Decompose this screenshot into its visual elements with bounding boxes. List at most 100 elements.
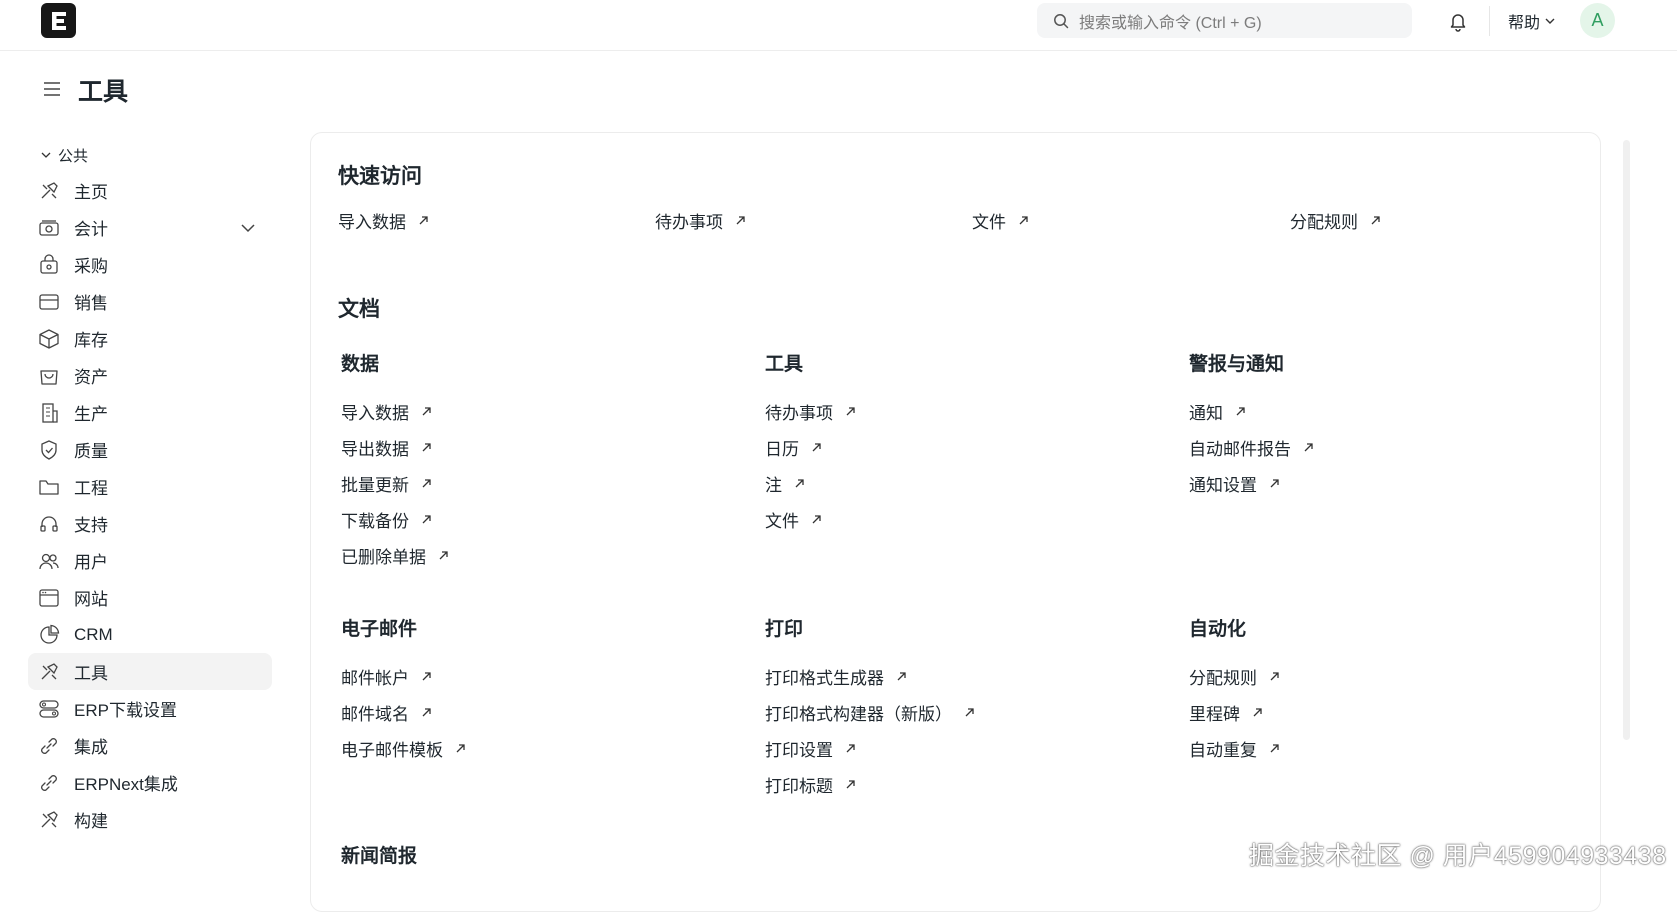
website-icon bbox=[38, 587, 60, 609]
group-title: 自动化 bbox=[1189, 619, 1247, 640]
link-print-heading[interactable]: 打印标题 bbox=[765, 766, 975, 802]
page-scrollbar[interactable] bbox=[1623, 140, 1630, 740]
arrow-up-right-icon bbox=[1236, 406, 1245, 415]
sidebar-item-erpnext-integrations[interactable]: ERPNext集成 bbox=[28, 764, 272, 801]
app-logo[interactable] bbox=[41, 3, 76, 38]
sidebar-item-home[interactable]: 主页 bbox=[28, 172, 272, 209]
sidebar-item-label: 用户 bbox=[74, 553, 108, 572]
sidebar-item-label: 质量 bbox=[74, 442, 108, 461]
arrow-up-right-icon bbox=[1371, 216, 1380, 225]
link-label: 自动重复 bbox=[1189, 740, 1257, 760]
link-print-settings[interactable]: 打印设置 bbox=[765, 730, 975, 766]
assets-icon bbox=[38, 365, 60, 387]
link-label: 打印标题 bbox=[765, 776, 833, 796]
link-todo[interactable]: 待办事项 bbox=[765, 393, 856, 429]
sidebar-item-tools[interactable]: 工具 bbox=[28, 653, 272, 690]
notification-bell-icon[interactable] bbox=[1447, 10, 1469, 32]
link-deleted-documents[interactable]: 已删除单据 bbox=[341, 537, 449, 573]
card-group-alerts: 警报与通知 通知 自动邮件报告 通知设置 bbox=[1189, 349, 1314, 501]
sidebar-item-support[interactable]: 支持 bbox=[28, 505, 272, 542]
sidebar-item-label: 工程 bbox=[74, 479, 108, 498]
link-export-data[interactable]: 导出数据 bbox=[341, 429, 449, 465]
sidebar-item-label: 采购 bbox=[74, 257, 108, 276]
sidebar-item-integrations[interactable]: 集成 bbox=[28, 727, 272, 764]
group-title: 新闻简报 bbox=[341, 846, 418, 867]
link-notification-settings[interactable]: 通知设置 bbox=[1189, 465, 1314, 501]
arrow-up-right-icon bbox=[812, 442, 821, 451]
card-group-data: 数据 导入数据 导出数据 批量更新 下载备份 已删除单据 bbox=[341, 349, 449, 573]
sidebar-item-label: 主页 bbox=[74, 183, 108, 202]
sidebar-item-label: 资产 bbox=[74, 368, 108, 387]
link-label: 注 bbox=[765, 475, 782, 495]
sidebar-item-build[interactable]: 构建 bbox=[28, 801, 272, 838]
link-print-format-builder-beta[interactable]: 打印格式构建器（新版） bbox=[765, 694, 975, 730]
link-auto-repeat[interactable]: 自动重复 bbox=[1189, 730, 1280, 766]
help-label: 帮助 bbox=[1508, 15, 1541, 32]
arrow-up-right-icon bbox=[812, 514, 821, 523]
link-calendar[interactable]: 日历 bbox=[765, 429, 856, 465]
sidebar-item-buying[interactable]: 采购 bbox=[28, 246, 272, 283]
sidebar-item-crm[interactable]: CRM bbox=[28, 616, 272, 653]
quick-link-label: 导入数据 bbox=[338, 213, 406, 232]
link-label: 批量更新 bbox=[341, 475, 409, 495]
link-note[interactable]: 注 bbox=[765, 465, 856, 501]
users-icon bbox=[38, 550, 60, 572]
link-label: 打印设置 bbox=[765, 740, 833, 760]
group-title: 工具 bbox=[765, 354, 804, 375]
card-group-printing: 打印 打印格式生成器 打印格式构建器（新版） 打印设置 打印标题 bbox=[765, 614, 975, 802]
sidebar-item-accounting[interactable]: 会计 bbox=[28, 209, 272, 246]
link-label: 邮件域名 bbox=[341, 704, 409, 724]
arrow-up-right-icon bbox=[456, 743, 465, 752]
sidebar-item-quality[interactable]: 质量 bbox=[28, 431, 272, 468]
sidebar-item-website[interactable]: 网站 bbox=[28, 579, 272, 616]
link-download-backup[interactable]: 下载备份 bbox=[341, 501, 449, 537]
sidebar-section-public[interactable]: 公共 bbox=[28, 138, 272, 172]
link-email-domain[interactable]: 邮件域名 bbox=[341, 694, 466, 730]
sidebar-item-projects[interactable]: 工程 bbox=[28, 468, 272, 505]
link-notification[interactable]: 通知 bbox=[1189, 393, 1314, 429]
quick-link-todo[interactable]: 待办事项 bbox=[655, 208, 746, 233]
link-print-format-builder[interactable]: 打印格式生成器 bbox=[765, 658, 975, 694]
link-email-template[interactable]: 电子邮件模板 bbox=[341, 730, 466, 766]
link-assignment-rule[interactable]: 分配规则 bbox=[1189, 658, 1280, 694]
settings-icon bbox=[38, 698, 60, 720]
navbar-divider bbox=[1489, 6, 1490, 36]
link-auto-email-report[interactable]: 自动邮件报告 bbox=[1189, 429, 1314, 465]
quick-link-assignment-rule[interactable]: 分配规则 bbox=[1290, 208, 1381, 233]
sidebar-item-selling[interactable]: 销售 bbox=[28, 283, 272, 320]
link-bulk-update[interactable]: 批量更新 bbox=[341, 465, 449, 501]
sidebar-toggle-icon[interactable] bbox=[42, 79, 62, 99]
sidebar-item-manufacturing[interactable]: 生产 bbox=[28, 394, 272, 431]
link-label: 导出数据 bbox=[341, 439, 409, 459]
card-group-automation: 自动化 分配规则 里程碑 自动重复 bbox=[1189, 614, 1280, 766]
search-bar[interactable]: 搜索或输入命令 (Ctrl + G) bbox=[1037, 3, 1412, 38]
quick-link-import-data[interactable]: 导入数据 bbox=[338, 208, 429, 233]
sidebar-item-erp-download-settings[interactable]: ERP下载设置 bbox=[28, 690, 272, 727]
watermark: 掘金技术社区 @ 用户459904933438 bbox=[1249, 842, 1667, 870]
sidebar-item-label: 工具 bbox=[74, 664, 108, 683]
quick-link-file[interactable]: 文件 bbox=[972, 208, 1029, 233]
sidebar-item-users[interactable]: 用户 bbox=[28, 542, 272, 579]
sidebar-item-assets[interactable]: 资产 bbox=[28, 357, 272, 394]
headset-icon bbox=[38, 513, 60, 535]
selling-icon bbox=[38, 291, 60, 313]
tools-icon bbox=[38, 661, 60, 683]
sidebar-item-label: 支持 bbox=[74, 516, 108, 535]
sidebar-item-label: 构建 bbox=[74, 812, 108, 831]
link-email-account[interactable]: 邮件帐户 bbox=[341, 658, 466, 694]
arrow-up-right-icon bbox=[1304, 442, 1313, 451]
chevron-down-icon[interactable] bbox=[240, 220, 256, 236]
help-dropdown[interactable]: 帮助 bbox=[1508, 10, 1556, 32]
arrow-up-right-icon bbox=[439, 550, 448, 559]
sidebar-item-stock[interactable]: 库存 bbox=[28, 320, 272, 357]
arrow-up-right-icon bbox=[1019, 216, 1028, 225]
link-file[interactable]: 文件 bbox=[765, 501, 856, 537]
documents-title: 文档 bbox=[338, 298, 380, 321]
link-milestone[interactable]: 里程碑 bbox=[1189, 694, 1280, 730]
arrow-up-right-icon bbox=[422, 707, 431, 716]
sidebar-item-label: 会计 bbox=[74, 220, 108, 239]
search-icon bbox=[1054, 13, 1069, 28]
user-avatar[interactable]: A bbox=[1580, 3, 1615, 38]
link-import-data[interactable]: 导入数据 bbox=[341, 393, 449, 429]
link-label: 已删除单据 bbox=[341, 547, 426, 567]
